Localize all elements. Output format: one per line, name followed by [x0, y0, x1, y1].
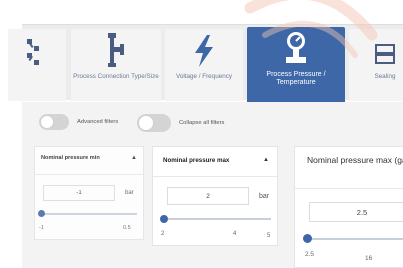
filter-card-nominal-pressure-max: Nominal pressure max ▲ bar 2 4 5	[152, 146, 278, 246]
pipe-connection-icon	[108, 33, 124, 67]
pressure-max-gas-input[interactable]	[309, 202, 403, 222]
slider-tick-min: 2.5	[305, 251, 315, 258]
pressure-gauge-icon	[286, 32, 306, 63]
advanced-filters-row: Advanced filters	[39, 114, 118, 130]
tab-process-connection-label: Process Connection Type/Size	[73, 73, 159, 80]
tab-pipes[interactable]	[8, 29, 66, 101]
slider-tick-min: -1	[39, 225, 44, 231]
tab-sealing[interactable]: Sealing	[349, 29, 403, 101]
collapse-filters-toggle[interactable]	[137, 114, 171, 132]
filter-card-header[interactable]: Nominal pressure max (gas)	[295, 147, 403, 189]
filter-card-nominal-pressure-max-gas: Nominal pressure max (gas) 2.5 16	[294, 146, 403, 268]
seal-icon	[375, 44, 395, 64]
slider-tick-max: 16	[365, 255, 373, 262]
collapse-filters-label: Collapse all filters	[179, 120, 225, 126]
screenshot-stage: Process Connection Type/Size Voltage / F…	[0, 0, 403, 268]
category-tab-bar: Process Connection Type/Size Voltage / F…	[8, 24, 403, 109]
collapse-filters-row: Collapse all filters	[137, 114, 224, 132]
value-row: bar	[43, 185, 134, 201]
value-row: bar	[167, 187, 269, 205]
slider-tick-max: 5	[267, 233, 271, 239]
slider-track	[163, 218, 271, 220]
unit-label: bar	[125, 190, 134, 196]
filter-card-header[interactable]: Nominal pressure max ▲	[153, 147, 277, 177]
lightning-icon	[195, 35, 213, 67]
filter-card-nominal-pressure-min: Nominal pressure min ▲ bar -1 0.5	[34, 146, 144, 240]
toggle-knob	[40, 115, 54, 129]
tab-process-connection[interactable]: Process Connection Type/Size	[71, 29, 161, 101]
unit-label: bar	[259, 192, 270, 200]
advanced-filters-label: Advanced filters	[77, 119, 119, 125]
advanced-filters-toggle[interactable]	[39, 114, 69, 130]
slider-track	[41, 213, 137, 215]
slider-tick-min: 2	[161, 231, 165, 237]
filter-card-title: Nominal pressure min	[41, 155, 100, 161]
tab-voltage-frequency[interactable]: Voltage / Frequency	[165, 29, 243, 101]
tab-voltage-frequency-label: Voltage / Frequency	[175, 73, 232, 80]
tab-sealing-label: Sealing	[374, 73, 396, 80]
slider-track	[307, 238, 403, 240]
slider-handle[interactable]	[303, 234, 312, 243]
filter-card-title: Nominal pressure max (gas)	[307, 155, 403, 165]
slider-tick-max: 0.5	[123, 225, 131, 231]
filter-card-header[interactable]: Nominal pressure min ▲	[35, 147, 143, 175]
slider-tick-mid: 4	[233, 231, 237, 237]
slider-handle[interactable]	[38, 210, 45, 217]
tab-process-pressure-temperature-label: Process Pressure / Temperature	[266, 71, 326, 86]
chevron-up-icon[interactable]: ▲	[131, 155, 137, 161]
pipes-icon	[27, 39, 39, 65]
slider-handle[interactable]	[160, 215, 168, 223]
value-row	[309, 202, 403, 222]
toggle-knob	[138, 115, 154, 131]
chevron-up-icon[interactable]: ▲	[263, 157, 269, 163]
tab-process-pressure-temperature[interactable]: Process Pressure / Temperature	[247, 27, 345, 109]
pressure-max-input[interactable]	[167, 187, 249, 205]
filter-panel: Advanced filters Collapse all filters No…	[22, 102, 403, 268]
filter-card-title: Nominal pressure max	[163, 157, 230, 164]
pressure-min-input[interactable]	[43, 185, 115, 201]
